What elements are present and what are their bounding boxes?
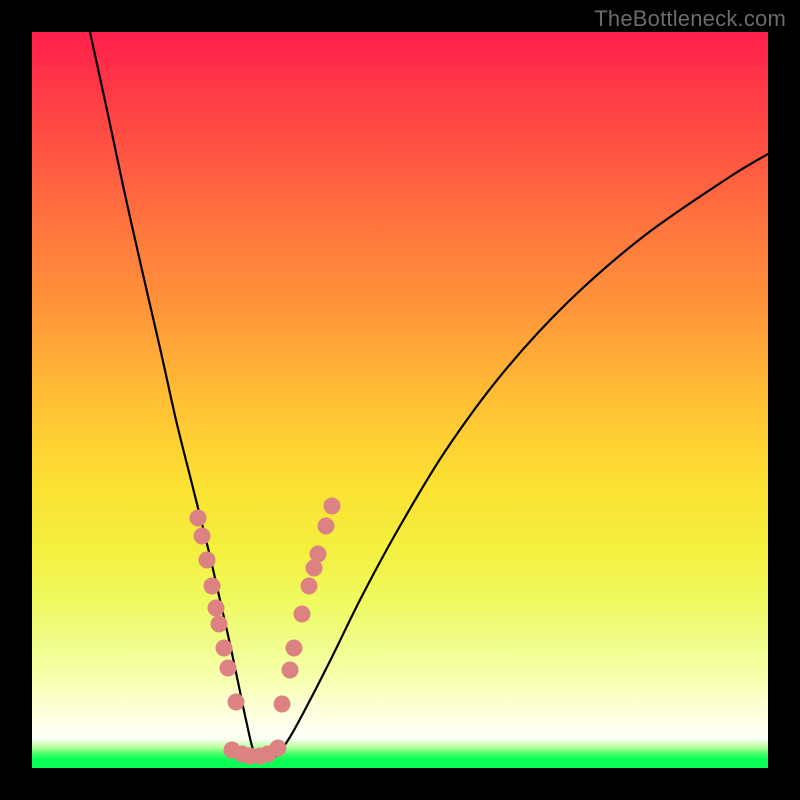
highlight-marker	[220, 660, 237, 677]
highlight-marker	[282, 662, 299, 679]
highlight-marker	[294, 606, 311, 623]
highlight-marker	[310, 546, 327, 563]
highlight-marker	[301, 578, 318, 595]
highlight-marker	[228, 694, 245, 711]
highlight-marker	[194, 528, 211, 545]
highlight-marker	[208, 600, 225, 617]
highlight-marker	[324, 498, 341, 515]
chart-frame: TheBottleneck.com	[0, 0, 800, 800]
watermark-text: TheBottleneck.com	[594, 6, 786, 32]
highlight-marker	[274, 696, 291, 713]
bottleneck-curve	[90, 32, 768, 760]
highlight-marker	[204, 578, 221, 595]
highlight-marker	[318, 518, 335, 535]
highlight-marker	[216, 640, 233, 657]
highlight-marker	[286, 640, 303, 657]
highlight-marker	[211, 616, 228, 633]
highlight-marker	[199, 552, 216, 569]
highlight-marker	[270, 740, 287, 757]
highlight-markers-group	[190, 498, 341, 765]
highlight-marker	[190, 510, 207, 527]
curve-svg	[32, 32, 768, 768]
plot-area	[32, 32, 768, 768]
